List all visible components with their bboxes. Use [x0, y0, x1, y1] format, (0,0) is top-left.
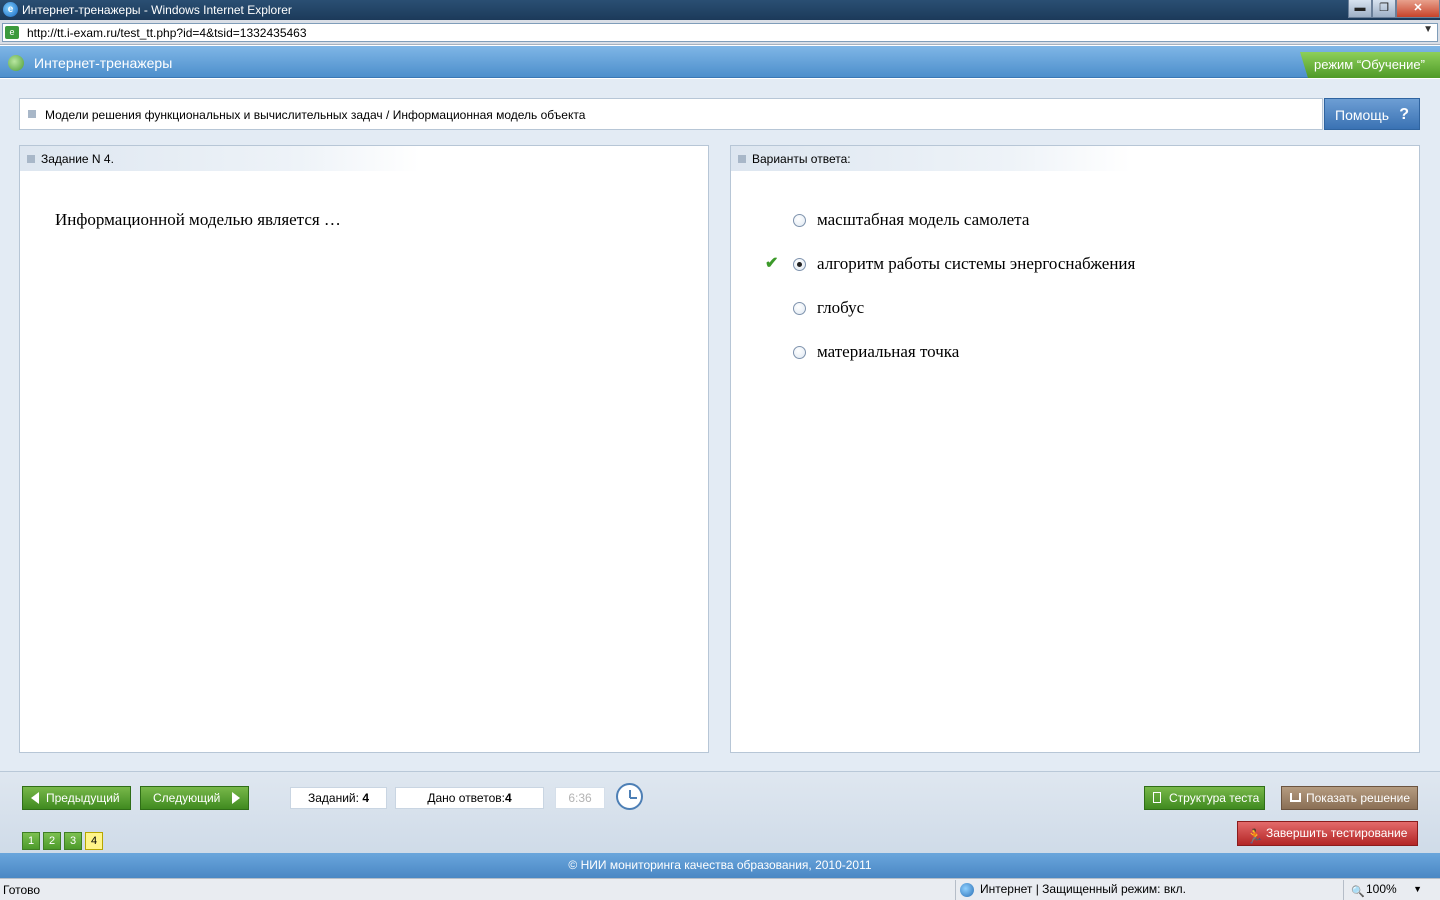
- task-panel: Задание N 4. Информационной моделью явля…: [19, 145, 709, 753]
- answer-text[interactable]: глобус: [817, 298, 864, 318]
- address-url[interactable]: http://tt.i-exam.ru/test_tt.php?id=4&tsi…: [27, 26, 307, 40]
- arrow-left-icon: [31, 792, 39, 804]
- correct-checkmark-icon: ✔: [765, 255, 779, 272]
- help-label: Помощь: [1335, 107, 1390, 123]
- answers-panel: Варианты ответа: масштабная модель самол…: [730, 145, 1420, 753]
- page-button-4[interactable]: 4: [85, 832, 103, 850]
- close-button[interactable]: ✕: [1396, 0, 1440, 18]
- status-text: Готово: [3, 883, 41, 897]
- answers-panel-header: Варианты ответа:: [731, 146, 1131, 171]
- internet-globe-icon: [960, 883, 974, 897]
- window-title-bar: e Интернет-тренажеры - Windows Internet …: [0, 0, 1440, 20]
- tasks-label: Заданий:: [308, 791, 359, 805]
- mode-badge: режим “Обучение”: [1300, 52, 1440, 78]
- document-icon: [1153, 792, 1161, 803]
- ie-logo-icon: e: [3, 2, 18, 17]
- app-title: Интернет-тренажеры: [34, 55, 173, 71]
- answer-text[interactable]: материальная точка: [817, 342, 959, 362]
- clock-icon[interactable]: [616, 783, 643, 810]
- help-button[interactable]: Помощь ?: [1324, 98, 1420, 130]
- previous-label: Предыдущий: [46, 791, 120, 805]
- zoom-control[interactable]: 🔍 100% ▼: [1343, 880, 1440, 900]
- question-text: Информационной моделью является …: [55, 210, 341, 229]
- radio-button-selected[interactable]: [793, 257, 806, 271]
- globe-logo-icon: [8, 55, 24, 71]
- address-field[interactable]: e http://tt.i-exam.ru/test_tt.php?id=4&t…: [2, 23, 1438, 42]
- running-man-icon: 🏃: [1246, 828, 1264, 844]
- radio-button[interactable]: [793, 213, 806, 227]
- timer: 6:36: [555, 787, 605, 809]
- security-zone-text: Интернет | Защищенный режим: вкл.: [980, 882, 1186, 896]
- answer-option[interactable]: материальная точка: [793, 340, 959, 364]
- zoom-level: 100%: [1366, 882, 1397, 896]
- task-panel-header: Задание N 4.: [20, 146, 420, 171]
- question-mark-icon: ?: [1399, 106, 1409, 123]
- breadcrumb-text: Модели решения функциональных и вычислит…: [45, 108, 586, 122]
- bullet-square-icon: [27, 155, 35, 163]
- security-zone[interactable]: Интернет | Защищенный режим: вкл.: [955, 880, 1186, 900]
- show-solution-label: Показать решение: [1306, 791, 1410, 805]
- address-bar: e http://tt.i-exam.ru/test_tt.php?id=4&t…: [0, 20, 1440, 45]
- status-bar: Готово Интернет | Защищенный режим: вкл.…: [0, 878, 1440, 900]
- task-number: Задание N 4.: [41, 152, 114, 166]
- bottom-bar: [0, 771, 1440, 853]
- page-button-2[interactable]: 2: [43, 832, 61, 850]
- next-button[interactable]: Следующий: [140, 786, 249, 810]
- tasks-counter: Заданий: 4: [290, 787, 387, 809]
- answer-text[interactable]: алгоритм работы системы энергоснабжения: [817, 254, 1135, 274]
- page-button-3[interactable]: 3: [64, 832, 82, 850]
- answers-given-count: 4: [504, 791, 512, 805]
- answers-given-label: Дано ответов:: [427, 791, 505, 805]
- next-label: Следующий: [153, 791, 221, 805]
- arrow-right-icon: [232, 792, 240, 804]
- minimize-button[interactable]: ▬: [1348, 0, 1372, 18]
- restore-button[interactable]: ❐: [1372, 0, 1396, 18]
- finish-test-label: Завершить тестирование: [1266, 826, 1408, 840]
- answer-text[interactable]: масштабная модель самолета: [817, 210, 1029, 230]
- bullet-square-icon: [28, 110, 36, 118]
- copyright-footer: © НИИ мониторинга качества образования, …: [0, 853, 1440, 878]
- answer-option[interactable]: глобус: [793, 296, 864, 320]
- app-header: Интернет-тренажеры режим “Обучение”: [0, 46, 1440, 78]
- test-structure-button[interactable]: Структура теста: [1144, 786, 1265, 810]
- radio-button[interactable]: [793, 345, 806, 359]
- answer-option[interactable]: масштабная модель самолета: [793, 208, 1029, 232]
- answers-counter: Дано ответов:4: [395, 787, 544, 809]
- answers-header: Варианты ответа:: [752, 152, 851, 166]
- magnifier-icon: 🔍: [1351, 886, 1365, 898]
- page-button-1[interactable]: 1: [22, 832, 40, 850]
- window-title: Интернет-тренажеры - Windows Internet Ex…: [22, 3, 292, 17]
- radio-button[interactable]: [793, 301, 806, 315]
- book-icon: [1290, 793, 1301, 802]
- previous-button[interactable]: Предыдущий: [22, 786, 131, 810]
- test-structure-label: Структура теста: [1169, 791, 1260, 805]
- zoom-dropdown-icon[interactable]: ▼: [1413, 880, 1422, 899]
- page-favicon-icon: e: [5, 26, 19, 39]
- bullet-square-icon: [738, 155, 746, 163]
- tasks-count: 4: [362, 791, 369, 805]
- finish-test-button[interactable]: 🏃 Завершить тестирование: [1237, 821, 1418, 846]
- show-solution-button[interactable]: Показать решение: [1281, 786, 1418, 810]
- answer-option[interactable]: алгоритм работы системы энергоснабжения: [793, 252, 1135, 276]
- address-dropdown-icon[interactable]: ▼: [1423, 24, 1433, 35]
- breadcrumb: Модели решения функциональных и вычислит…: [19, 98, 1323, 130]
- window-controls: ▬ ❐ ✕: [1348, 0, 1440, 18]
